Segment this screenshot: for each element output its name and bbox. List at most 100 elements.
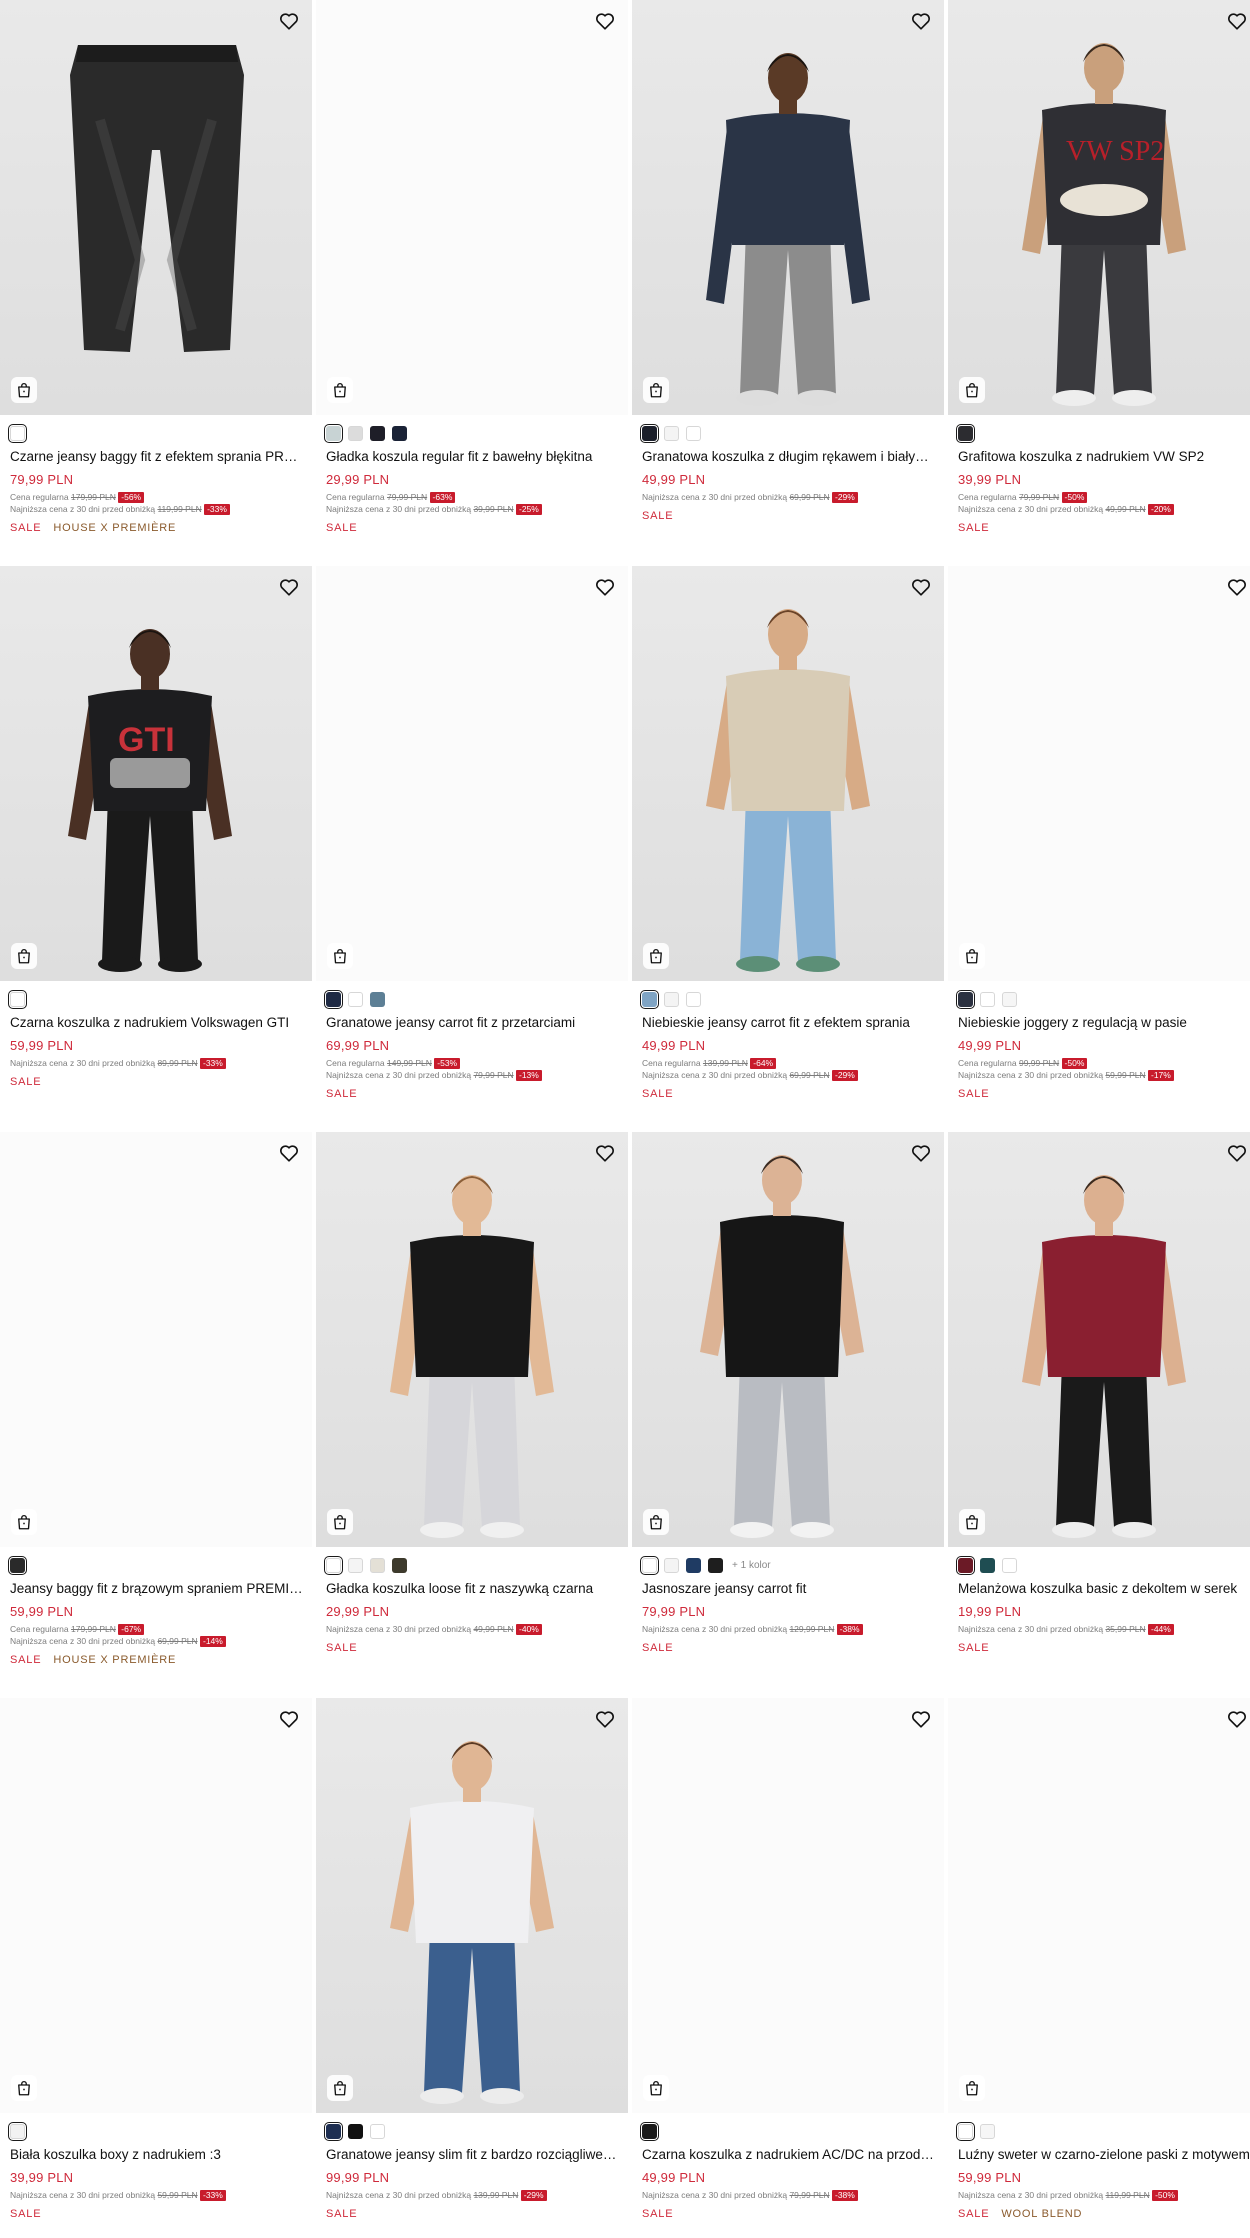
product-card[interactable]: Luźny sweter w czarno-zielone paski z mo… [948, 1698, 1250, 2238]
add-to-bag-icon[interactable] [959, 377, 985, 403]
heart-icon[interactable] [278, 1708, 302, 1732]
product-card[interactable]: Granatowe jeansy carrot fit z przetarcia… [316, 566, 628, 1132]
color-swatch[interactable] [956, 423, 975, 443]
product-name[interactable]: Czarne jeansy baggy fit z efektem sprani… [10, 449, 306, 464]
product-image[interactable]: VW SP2 [948, 0, 1250, 415]
color-swatch[interactable] [324, 1555, 343, 1575]
add-to-bag-icon[interactable] [643, 2075, 669, 2101]
color-swatch[interactable] [708, 1557, 723, 1573]
product-name[interactable]: Gładka koszula regular fit z bawełny błę… [326, 449, 622, 464]
product-name[interactable]: Niebieskie jeansy carrot fit z efektem s… [642, 1015, 938, 1030]
color-swatch[interactable] [686, 991, 701, 1007]
product-name[interactable]: Jeansy baggy fit z brązowym spraniem PRE… [10, 1581, 306, 1596]
product-card[interactable]: Granatowe jeansy slim fit z bardzo rozci… [316, 1698, 628, 2238]
product-name[interactable]: Jasnoszare jeansy carrot fit [642, 1581, 938, 1596]
add-to-bag-icon[interactable] [327, 1509, 353, 1535]
color-swatch[interactable] [8, 423, 27, 443]
add-to-bag-icon[interactable] [327, 943, 353, 969]
color-swatch[interactable] [8, 2121, 27, 2141]
product-image[interactable] [0, 1132, 312, 1547]
color-swatch[interactable] [348, 1557, 363, 1573]
color-swatch[interactable] [980, 991, 995, 1007]
heart-icon[interactable] [278, 10, 302, 34]
heart-icon[interactable] [910, 1708, 934, 1732]
product-card[interactable]: Gładka koszula regular fit z bawełny błę… [316, 0, 628, 566]
color-swatch[interactable] [664, 1557, 679, 1573]
product-card[interactable]: VW SP2 Grafitowa koszulka z nadrukiem VW … [948, 0, 1250, 566]
product-name[interactable]: Czarna koszulka z nadrukiem Volkswagen G… [10, 1015, 306, 1030]
heart-icon[interactable] [1226, 10, 1250, 34]
color-swatch[interactable] [686, 425, 701, 441]
heart-icon[interactable] [1226, 1142, 1250, 1166]
color-swatch[interactable] [640, 423, 659, 443]
product-name[interactable]: Biała koszulka boxy z nadrukiem :3 [10, 2147, 306, 2162]
product-image[interactable] [948, 1698, 1250, 2113]
color-swatch[interactable] [8, 989, 27, 1009]
product-image[interactable]: GTI [0, 566, 312, 981]
add-to-bag-icon[interactable] [11, 377, 37, 403]
product-name[interactable]: Granatowe jeansy carrot fit z przetarcia… [326, 1015, 622, 1030]
product-name[interactable]: Melanżowa koszulka basic z dekoltem w se… [958, 1581, 1250, 1596]
color-swatch[interactable] [956, 1555, 975, 1575]
add-to-bag-icon[interactable] [959, 2075, 985, 2101]
heart-icon[interactable] [910, 10, 934, 34]
color-swatch[interactable] [640, 989, 659, 1009]
color-swatch[interactable] [664, 425, 679, 441]
product-image[interactable] [632, 1698, 944, 2113]
product-card[interactable]: Granatowa koszulka z długim rękawem i bi… [632, 0, 944, 566]
product-image[interactable] [316, 1132, 628, 1547]
heart-icon[interactable] [594, 10, 618, 34]
color-swatch[interactable] [640, 2121, 659, 2141]
add-to-bag-icon[interactable] [959, 943, 985, 969]
heart-icon[interactable] [910, 576, 934, 600]
color-swatch[interactable] [1002, 991, 1017, 1007]
product-image[interactable] [316, 566, 628, 981]
product-name[interactable]: Granatowa koszulka z długim rękawem i bi… [642, 449, 938, 464]
color-swatch[interactable] [664, 991, 679, 1007]
color-swatch[interactable] [980, 1557, 995, 1573]
heart-icon[interactable] [594, 1708, 618, 1732]
color-swatch[interactable] [370, 2123, 385, 2139]
color-swatch[interactable] [324, 989, 343, 1009]
heart-icon[interactable] [910, 1142, 934, 1166]
product-card[interactable]: Czarna koszulka z nadrukiem AC/DC na prz… [632, 1698, 944, 2238]
product-name[interactable]: Niebieskie joggery z regulacją w pasie [958, 1015, 1250, 1030]
heart-icon[interactable] [594, 1142, 618, 1166]
heart-icon[interactable] [1226, 1708, 1250, 1732]
heart-icon[interactable] [1226, 576, 1250, 600]
color-swatch[interactable] [686, 1557, 701, 1573]
color-swatch[interactable] [640, 1555, 659, 1575]
product-name[interactable]: Gładka koszulka loose fit z naszywką cza… [326, 1581, 622, 1596]
add-to-bag-icon[interactable] [11, 1509, 37, 1535]
product-image[interactable] [632, 1132, 944, 1547]
product-name[interactable]: Luźny sweter w czarno-zielone paski z mo… [958, 2147, 1250, 2162]
add-to-bag-icon[interactable] [327, 2075, 353, 2101]
color-swatch[interactable] [348, 991, 363, 1007]
add-to-bag-icon[interactable] [11, 943, 37, 969]
heart-icon[interactable] [278, 1142, 302, 1166]
product-name[interactable]: Granatowe jeansy slim fit z bardzo rozci… [326, 2147, 622, 2162]
add-to-bag-icon[interactable] [643, 943, 669, 969]
color-swatch[interactable] [980, 2123, 995, 2139]
color-swatch[interactable] [370, 1557, 385, 1573]
product-image[interactable] [948, 1132, 1250, 1547]
product-card[interactable]: Biała koszulka boxy z nadrukiem :3 39,99 … [0, 1698, 312, 2238]
color-swatch[interactable] [324, 423, 343, 443]
add-to-bag-icon[interactable] [643, 377, 669, 403]
product-card[interactable]: Niebieskie joggery z regulacją w pasie 49… [948, 566, 1250, 1132]
product-card[interactable]: Niebieskie jeansy carrot fit z efektem s… [632, 566, 944, 1132]
product-card[interactable]: Jeansy baggy fit z brązowym spraniem PRE… [0, 1132, 312, 1698]
more-colors-label[interactable]: + 1 kolor [732, 1560, 771, 1571]
color-swatch[interactable] [370, 425, 385, 441]
add-to-bag-icon[interactable] [959, 1509, 985, 1535]
product-image[interactable] [316, 1698, 628, 2113]
product-image[interactable] [948, 566, 1250, 981]
product-image[interactable] [0, 0, 312, 415]
color-swatch[interactable] [324, 2121, 343, 2141]
color-swatch[interactable] [348, 2123, 363, 2139]
heart-icon[interactable] [594, 576, 618, 600]
heart-icon[interactable] [278, 576, 302, 600]
product-image[interactable] [316, 0, 628, 415]
color-swatch[interactable] [392, 425, 407, 441]
add-to-bag-icon[interactable] [11, 2075, 37, 2101]
